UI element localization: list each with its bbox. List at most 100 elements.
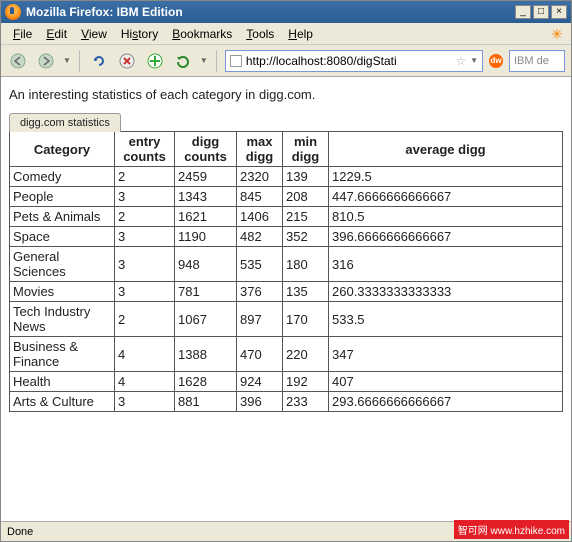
nav-history-dropdown-icon[interactable]: ▼ (63, 56, 71, 65)
reload-button[interactable] (88, 50, 110, 72)
cell-min: 170 (283, 302, 329, 337)
cell-entry: 3 (115, 187, 175, 207)
tab-statistics[interactable]: digg.com statistics (9, 113, 121, 132)
cell-entry: 3 (115, 247, 175, 282)
cell-max: 482 (237, 227, 283, 247)
page-heading: An interesting statistics of each catego… (9, 87, 563, 102)
menubar: File Edit View History Bookmarks Tools H… (1, 23, 571, 45)
cell-max: 1406 (237, 207, 283, 227)
cell-cat: Tech Industry News (10, 302, 115, 337)
menu-file[interactable]: File (7, 25, 38, 43)
table-row: General Sciences3948535180316 (10, 247, 563, 282)
cell-digg: 1388 (175, 337, 237, 372)
url-bar[interactable]: ☆ ▼ (225, 50, 483, 72)
col-entry-counts: entry counts (115, 132, 175, 167)
cell-avg: 407 (329, 372, 563, 392)
cell-digg: 1628 (175, 372, 237, 392)
cell-avg: 293.6666666666667 (329, 392, 563, 412)
stop-button[interactable] (116, 50, 138, 72)
menu-history[interactable]: History (115, 25, 164, 43)
cell-avg: 533.5 (329, 302, 563, 337)
close-button[interactable]: × (551, 5, 567, 19)
page-content: An interesting statistics of each catego… (1, 77, 571, 412)
cell-entry: 2 (115, 167, 175, 187)
search-placeholder: IBM de (514, 55, 549, 67)
menu-tools[interactable]: Tools (240, 25, 280, 43)
stats-table: Category entry counts digg counts max di… (9, 131, 563, 412)
menu-bookmarks[interactable]: Bookmarks (166, 25, 238, 43)
cell-digg: 781 (175, 282, 237, 302)
cell-digg: 948 (175, 247, 237, 282)
forward-button[interactable] (35, 50, 57, 72)
cell-min: 192 (283, 372, 329, 392)
dw-icon[interactable]: dw (489, 54, 503, 68)
cell-avg: 810.5 (329, 207, 563, 227)
cell-entry: 4 (115, 337, 175, 372)
cell-cat: Space (10, 227, 115, 247)
cell-cat: Comedy (10, 167, 115, 187)
status-text: Done (7, 526, 33, 538)
cell-entry: 2 (115, 302, 175, 337)
cell-min: 233 (283, 392, 329, 412)
cell-digg: 1621 (175, 207, 237, 227)
cell-min: 208 (283, 187, 329, 207)
url-dropdown-icon[interactable]: ▼ (470, 56, 478, 65)
table-row: Movies3781376135260.3333333333333 (10, 282, 563, 302)
cell-max: 924 (237, 372, 283, 392)
table-row: Space31190482352396.6666666666667 (10, 227, 563, 247)
cell-digg: 2459 (175, 167, 237, 187)
cell-cat: Arts & Culture (10, 392, 115, 412)
home-button[interactable] (144, 50, 166, 72)
titlebar: Mozilla Firefox: IBM Edition _ □ × (1, 1, 571, 23)
cell-avg: 1229.5 (329, 167, 563, 187)
window-title: Mozilla Firefox: IBM Edition (26, 5, 515, 19)
activity-icon: ✳ (549, 26, 565, 42)
cell-max: 845 (237, 187, 283, 207)
cell-min: 215 (283, 207, 329, 227)
menu-view[interactable]: View (75, 25, 113, 43)
cell-min: 135 (283, 282, 329, 302)
table-row: Comedy2245923201391229.5 (10, 167, 563, 187)
table-row: Tech Industry News21067897170533.5 (10, 302, 563, 337)
url-input[interactable] (246, 54, 451, 68)
cell-max: 396 (237, 392, 283, 412)
refresh-alt-button[interactable] (172, 50, 194, 72)
cell-cat: Business & Finance (10, 337, 115, 372)
col-min-digg: min digg (283, 132, 329, 167)
table-row: Arts & Culture3881396233293.666666666666… (10, 392, 563, 412)
cell-min: 352 (283, 227, 329, 247)
search-box[interactable]: IBM de (509, 50, 565, 72)
cell-digg: 881 (175, 392, 237, 412)
cell-avg: 447.6666666666667 (329, 187, 563, 207)
cell-entry: 4 (115, 372, 175, 392)
cell-digg: 1343 (175, 187, 237, 207)
cell-max: 376 (237, 282, 283, 302)
table-row: Business & Finance41388470220347 (10, 337, 563, 372)
cell-max: 470 (237, 337, 283, 372)
cell-entry: 3 (115, 227, 175, 247)
col-average-digg: average digg (329, 132, 563, 167)
cell-max: 535 (237, 247, 283, 282)
cell-cat: People (10, 187, 115, 207)
col-max-digg: max digg (237, 132, 283, 167)
menu-edit[interactable]: Edit (40, 25, 73, 43)
cell-digg: 1190 (175, 227, 237, 247)
cell-entry: 2 (115, 207, 175, 227)
cell-max: 897 (237, 302, 283, 337)
cell-cat: General Sciences (10, 247, 115, 282)
bookmark-star-icon[interactable]: ☆ (455, 54, 466, 68)
cell-avg: 260.3333333333333 (329, 282, 563, 302)
col-digg-counts: digg counts (175, 132, 237, 167)
menu-help[interactable]: Help (282, 25, 319, 43)
firefox-icon (5, 4, 21, 20)
cell-avg: 396.6666666666667 (329, 227, 563, 247)
restore-button[interactable]: □ (533, 5, 549, 19)
minimize-button[interactable]: _ (515, 5, 531, 19)
dropdown-icon[interactable]: ▼ (200, 56, 208, 65)
toolbar: ▼ ▼ ☆ ▼ dw IBM de (1, 45, 571, 77)
cell-avg: 347 (329, 337, 563, 372)
col-category: Category (10, 132, 115, 167)
cell-min: 139 (283, 167, 329, 187)
back-button[interactable] (7, 50, 29, 72)
cell-entry: 3 (115, 282, 175, 302)
